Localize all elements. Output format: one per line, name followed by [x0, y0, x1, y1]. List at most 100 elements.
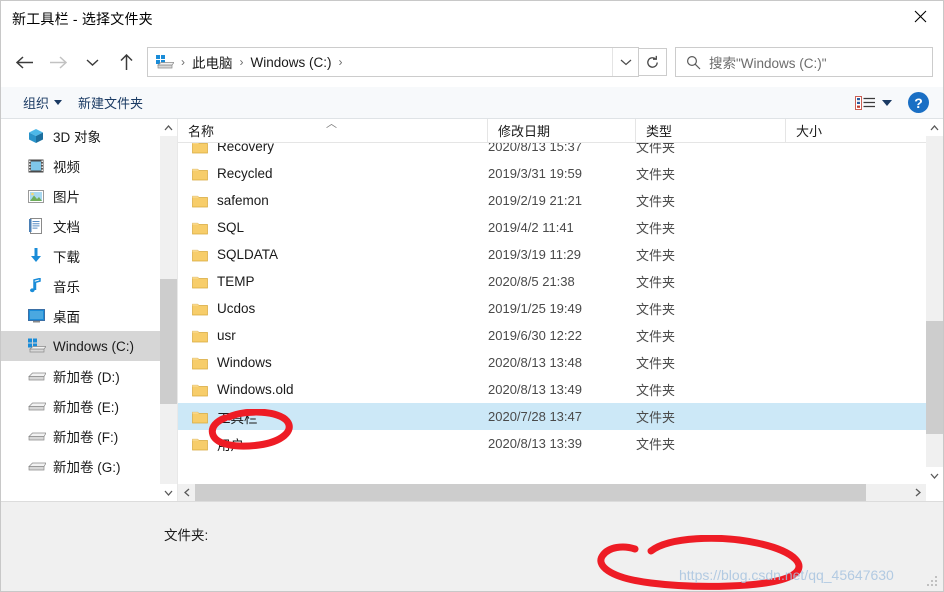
- scroll-thumb[interactable]: [195, 484, 867, 501]
- refresh-button[interactable]: [639, 48, 667, 76]
- cell-type: 文件夹: [636, 143, 676, 155]
- search-input[interactable]: 搜索"Windows (C:)": [675, 47, 933, 77]
- title-bar: 新工具栏 - 选择文件夹: [1, 1, 943, 37]
- breadcrumb-item-drive[interactable]: Windows (C:): [247, 55, 336, 70]
- breadcrumb-separator: ›: [239, 55, 244, 69]
- navigation-pane: 3D 对象 视频 图片 文档 下载 音乐 桌面 Windows (C:) 新加卷…: [1, 119, 178, 501]
- sidebar-item-volume-f[interactable]: 新加卷 (F:): [1, 421, 177, 451]
- column-header-name[interactable]: 名称 ︿: [178, 118, 488, 143]
- table-row[interactable]: usr 2019/6/30 12:22 文件夹: [178, 322, 926, 349]
- table-row[interactable]: safemon 2019/2/19 21:21 文件夹: [178, 187, 926, 214]
- sidebar-item-videos[interactable]: 视频: [1, 151, 177, 181]
- sidebar-item-label: 新加卷 (E:): [53, 400, 119, 415]
- table-row[interactable]: SQLDATA 2019/3/19 11:29 文件夹: [178, 241, 926, 268]
- sidebar-item-volume-g[interactable]: 新加卷 (G:): [1, 451, 177, 481]
- table-row[interactable]: 工具栏 2020/7/28 13:47 文件夹: [178, 403, 926, 430]
- address-dropdown-button[interactable]: [612, 48, 638, 76]
- column-header-date[interactable]: 修改日期: [488, 118, 636, 143]
- cell-type: 文件夹: [636, 329, 676, 344]
- folder-picker-dialog: 新工具栏 - 选择文件夹 › 此电脑 › Windows (C:) › 搜索"W…: [0, 0, 944, 592]
- refresh-icon: [647, 55, 658, 68]
- file-name: Ucdos: [217, 301, 256, 316]
- cell-name: 用户: [178, 434, 488, 454]
- cell-date: 2020/7/28 13:47: [488, 409, 582, 424]
- table-row[interactable]: Ucdos 2019/1/25 19:49 文件夹: [178, 295, 926, 322]
- cell-name: Ucdos: [178, 301, 488, 316]
- sidebar-item-label: 新加卷 (F:): [53, 430, 119, 445]
- sidebar-item-label: 图片: [53, 190, 80, 205]
- new-folder-button[interactable]: 新建文件夹: [70, 90, 151, 115]
- drive-icon: [25, 400, 47, 412]
- command-bar: 组织 新建文件夹 ?: [1, 87, 943, 119]
- sidebar-item-windows-c[interactable]: Windows (C:): [1, 331, 177, 361]
- chevron-down-icon: [86, 58, 98, 66]
- organize-button[interactable]: 组织: [15, 90, 70, 115]
- scroll-thumb[interactable]: [926, 321, 943, 434]
- table-row[interactable]: Recovery 2020/8/13 15:37 文件夹: [178, 143, 926, 160]
- recent-locations-button[interactable]: [75, 45, 109, 79]
- table-row[interactable]: TEMP 2020/8/5 21:38 文件夹: [178, 268, 926, 295]
- view-options-icon[interactable]: [854, 93, 876, 113]
- scroll-down-button[interactable]: [160, 484, 177, 501]
- cell-date: 2019/1/25 19:49: [488, 301, 582, 316]
- scroll-up-button[interactable]: [160, 119, 177, 136]
- table-row[interactable]: SQL 2019/4/2 11:41 文件夹: [178, 214, 926, 241]
- folder-icon: [192, 302, 208, 316]
- file-name: Windows.old: [217, 382, 294, 397]
- table-row[interactable]: Windows 2020/8/13 13:48 文件夹: [178, 349, 926, 376]
- cell-date: 2020/8/13 13:48: [488, 355, 582, 370]
- sidebar-item-label: 新加卷 (D:): [53, 370, 120, 385]
- sidebar-item-volume-e[interactable]: 新加卷 (E:): [1, 391, 177, 421]
- resize-grip-icon[interactable]: [927, 576, 939, 588]
- chevron-down-icon: [164, 490, 173, 496]
- forward-button[interactable]: [41, 45, 75, 79]
- cell-date: 2019/3/31 19:59: [488, 166, 582, 181]
- table-row[interactable]: 用户 2020/8/13 13:39 文件夹: [178, 430, 926, 457]
- sidebar-item-documents[interactable]: 文档: [1, 211, 177, 241]
- close-button[interactable]: [897, 1, 943, 32]
- cell-date: 2019/2/19 21:21: [488, 193, 582, 208]
- file-name: Recycled: [217, 166, 273, 181]
- drive-icon: [25, 430, 47, 442]
- sidebar-item-downloads[interactable]: 下载: [1, 241, 177, 271]
- scroll-right-button[interactable]: [909, 484, 926, 501]
- sidebar-item-desktop[interactable]: 桌面: [1, 301, 177, 331]
- scroll-thumb[interactable]: [160, 278, 177, 404]
- file-list-scrollbar[interactable]: [926, 119, 943, 484]
- column-label: 名称: [188, 124, 215, 139]
- cell-name: TEMP: [178, 274, 488, 289]
- scroll-track[interactable]: [195, 484, 909, 501]
- scroll-track[interactable]: [926, 136, 943, 467]
- cell-date: 2020/8/13 15:37: [488, 143, 582, 154]
- chevron-up-icon: [930, 124, 939, 130]
- scroll-up-button[interactable]: [926, 119, 943, 136]
- file-name: Recovery: [217, 143, 275, 154]
- sidebar-item-3d-objects[interactable]: 3D 对象: [1, 121, 177, 151]
- folder-field-label: 文件夹:: [164, 528, 209, 543]
- back-button[interactable]: [7, 45, 41, 79]
- view-dropdown-button[interactable]: [882, 99, 892, 106]
- cell-type: 文件夹: [636, 221, 676, 236]
- scroll-down-button[interactable]: [926, 467, 943, 484]
- cell-name: Recovery: [178, 143, 488, 154]
- scroll-track[interactable]: [160, 136, 177, 484]
- up-button[interactable]: [109, 45, 143, 79]
- help-button[interactable]: ?: [908, 92, 929, 113]
- scroll-left-button[interactable]: [178, 484, 195, 501]
- column-header-type[interactable]: 类型: [636, 118, 786, 143]
- sidebar-item-music[interactable]: 音乐: [1, 271, 177, 301]
- folder-icon: [192, 410, 208, 424]
- folder-icon: [192, 221, 208, 235]
- cell-date: 2020/8/13 13:49: [488, 382, 582, 397]
- column-header-size[interactable]: 大小: [786, 119, 926, 143]
- address-bar[interactable]: › 此电脑 › Windows (C:) ›: [147, 47, 639, 77]
- horizontal-scrollbar[interactable]: [178, 484, 926, 501]
- sidebar-item-pictures[interactable]: 图片: [1, 181, 177, 211]
- sidebar-scrollbar[interactable]: [160, 119, 177, 501]
- table-row[interactable]: Recycled 2019/3/31 19:59 文件夹: [178, 160, 926, 187]
- cell-name: 工具栏: [178, 407, 488, 427]
- sidebar-item-label: Windows (C:): [53, 338, 135, 354]
- breadcrumb-item-computer[interactable]: 此电脑: [188, 52, 237, 72]
- sidebar-item-volume-d[interactable]: 新加卷 (D:): [1, 361, 177, 391]
- table-row[interactable]: Windows.old 2020/8/13 13:49 文件夹: [178, 376, 926, 403]
